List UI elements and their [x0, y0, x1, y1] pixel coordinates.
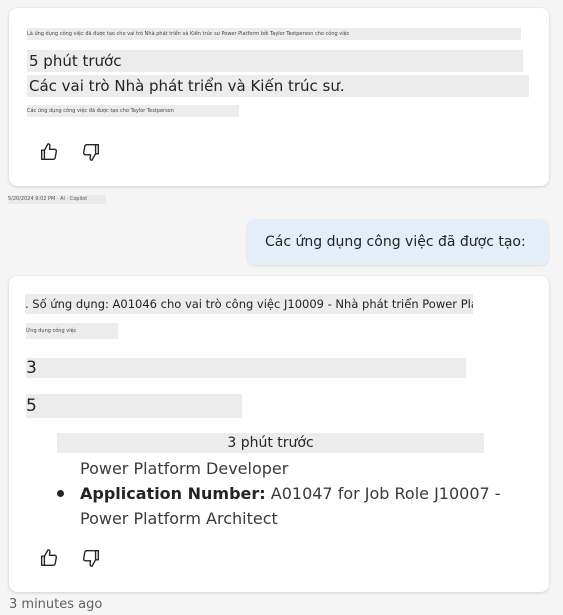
message-apps-line: Các ứng dụng công việc đã được tạo cho T… — [27, 105, 239, 117]
relative-time: 3 phút trước — [57, 433, 484, 453]
message-tiny-line: Là ứng dụng công việc đã được tạo cho va… — [27, 28, 521, 40]
message-roles-line: Các vai trò Nhà phát triển và Kiến trúc … — [27, 75, 529, 97]
count-three: 3 — [26, 358, 466, 378]
user-message-bubble: Các ứng dụng công việc đã được tạo: — [247, 219, 549, 265]
message-time-ago: 5 phút trước — [27, 50, 523, 72]
assistant-message-card: Là ứng dụng công việc đã được tạo cho va… — [9, 8, 549, 186]
app-number-line: . Số ứng dụng: A01046 cho vai trò công v… — [25, 294, 473, 314]
thumbs-up-button[interactable] — [37, 546, 61, 570]
thumbs-up-icon — [40, 549, 58, 567]
assistant-message-card: . Số ứng dụng: A01046 cho vai trò công v… — [9, 276, 549, 592]
count-five: 5 — [26, 394, 242, 418]
thumbs-up-icon — [40, 143, 58, 161]
list-item-label: Application Number: — [80, 484, 266, 503]
thumbs-up-button[interactable] — [37, 140, 61, 164]
user-message-text: Các ứng dụng công việc đã được tạo: — [265, 234, 526, 250]
thumbs-down-icon — [82, 143, 100, 161]
list-bullet — [57, 490, 64, 497]
list-item-value: A01047 for Job Role J10007 - — [265, 484, 501, 503]
thumbs-down-icon — [82, 549, 100, 567]
list-item-continuation: Power Platform Developer — [80, 459, 289, 478]
tiny-label: Ứng dụng công việc — [26, 323, 118, 339]
message-timestamp: 5/20/2024 9:02 PM · Ai · Copilot — [8, 195, 106, 204]
list-item: Application Number: A01047 for Job Role … — [80, 481, 501, 506]
message-time-footer: 3 minutes ago — [9, 597, 103, 612]
thumbs-down-button[interactable] — [79, 140, 103, 164]
thumbs-down-button[interactable] — [79, 546, 103, 570]
list-item-continuation: Power Platform Architect — [80, 509, 278, 528]
